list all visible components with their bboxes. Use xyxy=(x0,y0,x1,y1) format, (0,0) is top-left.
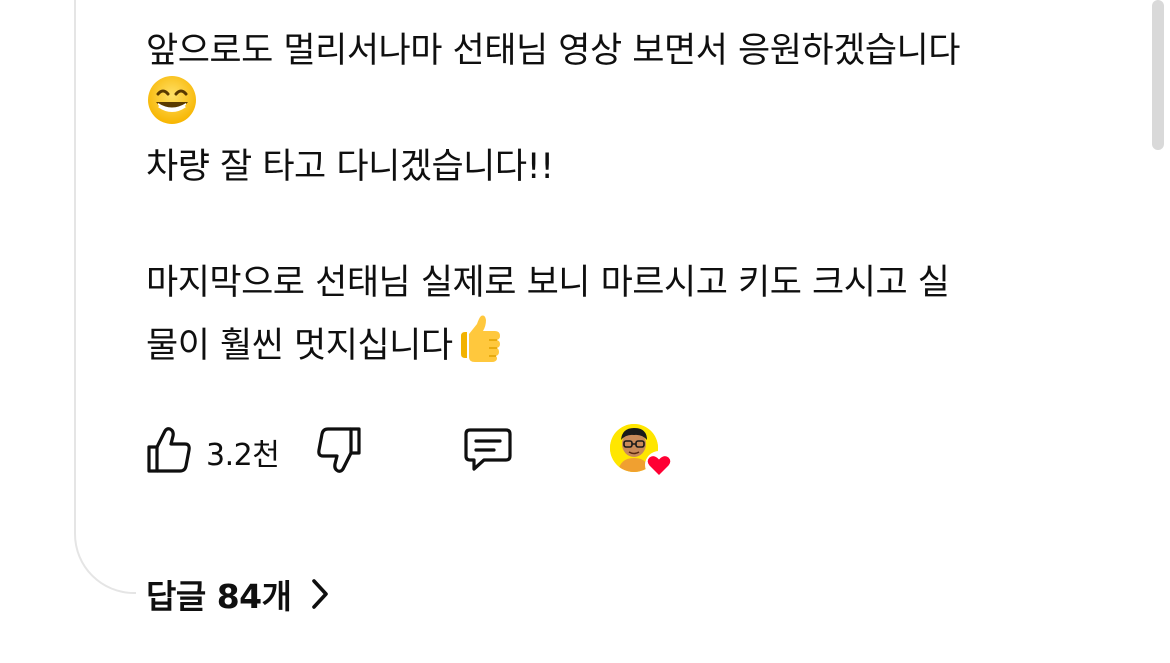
dislike-button[interactable] xyxy=(316,422,362,482)
grin-emoji-line xyxy=(146,76,1136,138)
thumbs-up-emoji xyxy=(453,312,505,382)
comment-line-4: 물이 훨씬 멋지십니다 xyxy=(146,312,1136,382)
like-button[interactable]: 3.2천 xyxy=(146,422,280,482)
scrollbar[interactable] xyxy=(1152,0,1164,150)
grinning-face-emoji xyxy=(146,74,198,144)
comment-thread: 앞으로도 멀리서나마 선태님 영상 보면서 응원하겠습니다 차량 잘 타고 다니… xyxy=(0,0,1170,663)
creator-heart-wrap xyxy=(608,422,673,482)
comment-text: 앞으로도 멀리서나마 선태님 영상 보면서 응원하겠습니다 차량 잘 타고 다니… xyxy=(146,22,1136,382)
comment-line-3: 마지막으로 선태님 실제로 보니 마르시고 키도 크시고 실 xyxy=(146,263,950,303)
thumb-up-icon xyxy=(146,426,192,478)
creator-heart-badge xyxy=(608,422,673,482)
thumb-down-icon xyxy=(316,426,362,478)
comment-line-1: 앞으로도 멀리서나마 선태님 영상 보면서 응원하겠습니다 xyxy=(146,31,960,71)
chevron-right-icon xyxy=(310,577,330,611)
view-replies-button[interactable]: 답글 84개 xyxy=(146,566,330,622)
reply-button[interactable] xyxy=(462,422,514,482)
like-count: 3.2천 xyxy=(206,438,280,473)
replies-count-label: 답글 84개 xyxy=(146,577,292,616)
comment-line-2: 차량 잘 타고 다니겠습니다!! xyxy=(146,147,554,187)
heart-icon xyxy=(644,450,674,480)
comment-line-4-text: 물이 훨씬 멋지십니다 xyxy=(146,326,453,366)
comment-icon xyxy=(462,426,514,478)
comment-actions: 3.2천 xyxy=(146,422,746,482)
thread-connector-line xyxy=(74,0,136,594)
